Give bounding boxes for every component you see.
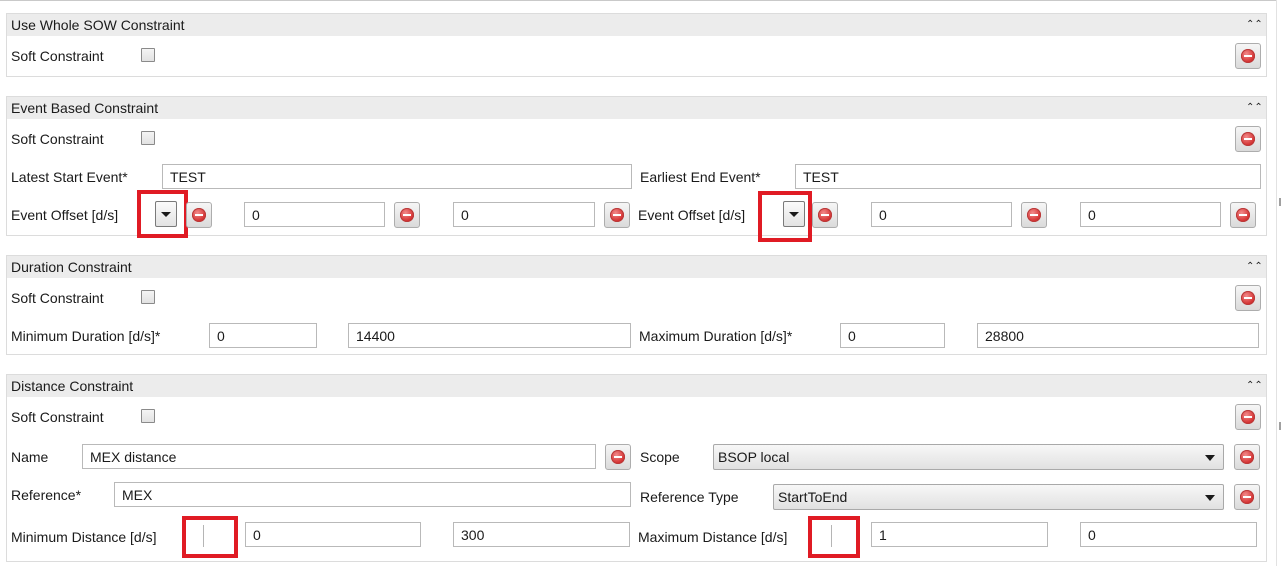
soft-constraint-label: Soft Constraint <box>11 131 104 147</box>
maximum-duration-label: Maximum Duration [d/s]* <box>639 328 793 344</box>
panel-title: Event Based Constraint <box>11 100 159 116</box>
name-label: Name <box>11 449 49 465</box>
remove-constraint-button[interactable] <box>1235 404 1261 430</box>
soft-constraint-label: Soft Constraint <box>11 409 104 425</box>
soft-constraint-checkbox[interactable] <box>141 290 155 304</box>
vertical-scrollbar[interactable] <box>1276 0 1284 566</box>
double-chevron-up-icon[interactable]: ⌃⌃ <box>1246 101 1263 115</box>
top-border <box>0 0 1284 5</box>
latest-start-event-input[interactable] <box>162 164 632 189</box>
remove-reference-type-button[interactable] <box>1234 484 1260 510</box>
remove-seconds-button[interactable] <box>604 202 630 228</box>
minimum-duration-days-input[interactable] <box>209 323 317 348</box>
panel-header: Event Based Constraint ⌃⌃ <box>7 97 1266 119</box>
remove-circle-icon <box>1236 208 1250 222</box>
highlight-box <box>137 190 188 238</box>
remove-circle-icon <box>1240 490 1254 504</box>
scroll-marker <box>1279 422 1281 430</box>
minimum-duration-seconds-input[interactable] <box>348 323 631 348</box>
soft-constraint-label: Soft Constraint <box>11 290 104 306</box>
double-chevron-up-icon[interactable]: ⌃⌃ <box>1246 18 1263 32</box>
remove-circle-icon <box>611 450 625 464</box>
maximum-distance-seconds-input[interactable] <box>1080 522 1257 547</box>
highlight-box <box>808 516 860 558</box>
whole-sow-constraint-panel: Use Whole SOW Constraint ⌃⌃ <box>6 13 1267 77</box>
soft-constraint-checkbox[interactable] <box>141 409 155 423</box>
event-offset-seconds-input[interactable] <box>1080 202 1221 227</box>
remove-circle-icon <box>1241 291 1255 305</box>
double-chevron-up-icon[interactable]: ⌃⌃ <box>1246 260 1263 274</box>
dropdown-arrow-icon <box>1205 495 1215 501</box>
remove-circle-icon <box>400 208 414 222</box>
scope-selected-value: BSOP local <box>718 449 790 465</box>
highlight-box <box>758 191 812 242</box>
reference-type-selected-value: StartToEnd <box>778 489 848 505</box>
minimum-distance-seconds-input[interactable] <box>453 522 630 547</box>
event-offset-label: Event Offset [d/s] <box>638 207 746 223</box>
remove-circle-icon <box>192 208 206 222</box>
remove-days-button[interactable] <box>1021 202 1047 228</box>
remove-circle-icon <box>610 208 624 222</box>
event-offset-seconds-input[interactable] <box>453 202 595 227</box>
event-offset-days-input[interactable] <box>244 202 385 227</box>
remove-circle-icon <box>1240 450 1254 464</box>
minimum-distance-label: Minimum Distance [d/s] <box>11 529 157 545</box>
remove-circle-icon <box>1241 410 1255 424</box>
remove-days-button[interactable] <box>394 202 420 228</box>
remove-constraint-button[interactable] <box>1235 285 1261 311</box>
soft-constraint-label: Soft Constraint <box>11 48 104 64</box>
reference-label: Reference* <box>11 487 82 503</box>
name-input[interactable] <box>82 444 596 469</box>
reference-input[interactable] <box>114 482 631 507</box>
maximum-distance-label: Maximum Distance [d/s] <box>638 529 788 545</box>
reference-type-label: Reference Type <box>640 489 739 505</box>
remove-seconds-button[interactable] <box>1230 202 1256 228</box>
highlight-box <box>182 516 238 558</box>
earliest-end-event-label: Earliest End Event* <box>640 169 761 185</box>
scope-select[interactable]: BSOP local <box>713 444 1224 470</box>
maximum-distance-days-input[interactable] <box>871 522 1048 547</box>
soft-constraint-checkbox[interactable] <box>141 131 155 145</box>
remove-circle-icon <box>1241 132 1255 146</box>
panel-header: Duration Constraint ⌃⌃ <box>7 256 1266 278</box>
scope-label: Scope <box>640 449 680 465</box>
maximum-duration-seconds-input[interactable] <box>977 323 1259 348</box>
minimum-duration-label: Minimum Duration [d/s]* <box>11 328 161 344</box>
dropdown-arrow-icon <box>1205 455 1215 461</box>
remove-circle-icon <box>818 208 832 222</box>
panel-title: Use Whole SOW Constraint <box>11 17 185 33</box>
double-chevron-up-icon[interactable]: ⌃⌃ <box>1246 379 1263 393</box>
remove-offset-button[interactable] <box>812 202 838 228</box>
minimum-distance-days-input[interactable] <box>245 522 421 547</box>
panel-title: Distance Constraint <box>11 378 134 394</box>
remove-constraint-button[interactable] <box>1235 43 1261 69</box>
panel-header: Use Whole SOW Constraint ⌃⌃ <box>7 14 1266 36</box>
remove-circle-icon <box>1241 49 1255 63</box>
earliest-end-event-input[interactable] <box>795 164 1261 189</box>
remove-constraint-button[interactable] <box>1235 126 1261 152</box>
reference-type-select[interactable]: StartToEnd <box>773 484 1224 510</box>
panel-header: Distance Constraint ⌃⌃ <box>7 375 1266 397</box>
remove-scope-button[interactable] <box>1234 444 1260 470</box>
maximum-duration-days-input[interactable] <box>840 323 945 348</box>
remove-offset-button[interactable] <box>186 202 212 228</box>
event-offset-label: Event Offset [d/s] <box>11 207 119 223</box>
latest-start-event-label: Latest Start Event* <box>11 169 128 185</box>
scroll-marker <box>1279 198 1281 206</box>
panel-title: Duration Constraint <box>11 259 132 275</box>
soft-constraint-checkbox[interactable] <box>141 48 155 62</box>
remove-name-button[interactable] <box>605 444 631 470</box>
remove-circle-icon <box>1027 208 1041 222</box>
event-offset-days-input[interactable] <box>871 202 1012 227</box>
